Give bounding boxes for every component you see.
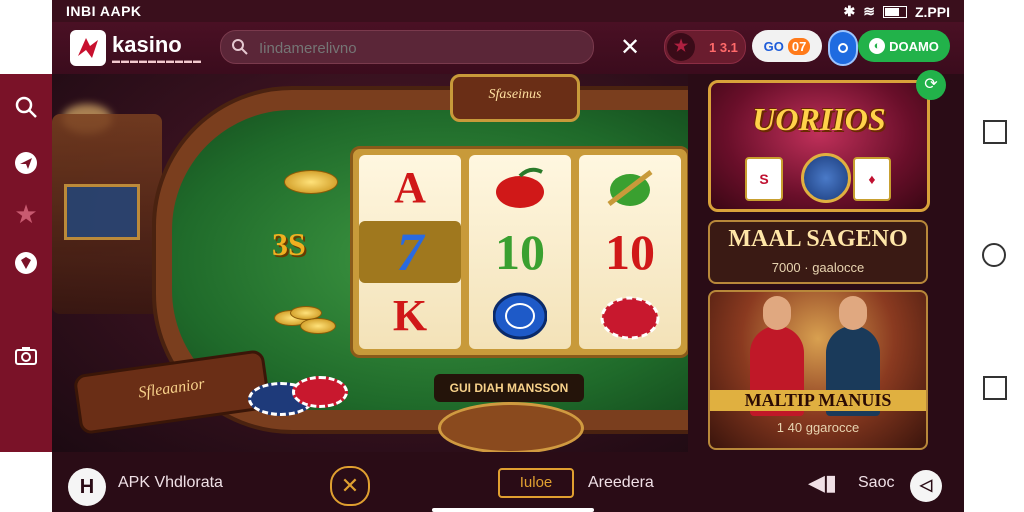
live-title: MALTIP MANUIS [710,390,926,411]
slot-reels[interactable]: A 7 K 10 10 [350,146,688,358]
close-circle-icon[interactable]: ✕ [330,466,370,506]
playing-card: S [745,157,783,201]
center-button[interactable]: Iuloe [498,468,574,498]
status-app-name: INBI AAPK [66,3,142,19]
background-slot-machine [52,114,162,314]
jackpot-title: MAAL SAGENO [728,226,908,252]
reel-1: A 7 K [359,155,461,349]
language-label: DOAMO [889,38,939,54]
score-left: GO [763,38,784,54]
table-label: GUI DIAH MANSSON [434,374,584,402]
logo-text[interactable]: kasino [112,32,182,58]
promo-banner[interactable]: UORIIOS S ♦ [708,80,930,212]
search-icon[interactable] [12,94,40,122]
ss-label: 3S [272,226,306,262]
symbol-k: K [392,291,428,340]
back-circle-icon[interactable]: ◁ [910,470,942,502]
spin-pedestal[interactable] [438,402,584,452]
back-button[interactable] [983,376,1007,400]
app-label: APK Vhdlorata [118,474,223,491]
home-button[interactable] [982,243,1006,267]
bell-icon [579,157,681,219]
symbol-ten: 10 [495,224,545,280]
shield-icon[interactable] [12,250,40,278]
logo-subtitle: ▬▬▬▬▬▬▬▬▬▬ [112,56,202,65]
live-line: 1 40 ggarocce [776,420,860,435]
chip [292,376,348,408]
reel-2: 10 [469,155,571,349]
status-time: Z.PPI [914,3,950,20]
search-icon [232,39,248,55]
coin-icon [801,153,851,203]
cherry-icon [469,157,571,219]
star-icon[interactable]: ★ [12,200,40,228]
status-icons: ✱ ≋ Z.PPI [844,3,950,20]
reel-3: 10 [579,155,681,349]
globe-icon: ◐ [869,38,886,54]
app-header: kasino ▬▬▬▬▬▬▬▬▬▬ ✕ ★ 1 3.1 GO 07 ◐ DOAM… [52,22,964,74]
playing-card: ♦ [853,157,891,201]
live-dealer-card[interactable]: MALTIP MANUIS 1 40 ggarocce [708,290,928,450]
search-bar[interactable] [220,30,594,64]
red-chip-icon [579,285,681,347]
score-badge: 07 [787,37,811,55]
score-pill[interactable]: GO 07 [752,30,822,62]
coin-stack [284,170,338,194]
favorites-count: 1 3.1 [709,39,738,55]
sound-label: Saoc [858,474,895,491]
plane-icon[interactable] [12,150,40,178]
close-icon[interactable]: ✕ [616,34,644,62]
symbol-seven: 7 [359,221,461,283]
language-button[interactable]: ◐ DOAMO [858,30,950,62]
logo-icon[interactable] [70,30,106,66]
home-circle-button[interactable]: H [68,468,106,506]
star-icon: ★ [667,33,695,61]
settings-icon[interactable] [828,30,858,66]
home-indicator[interactable] [432,508,594,512]
speaker-icon[interactable]: ◀▮ [808,470,837,496]
symbol-a: A [394,163,426,212]
left-rail: ★ [0,74,52,452]
blue-chip-icon [469,285,571,347]
game-title-plaque: Sfaseinus [450,74,580,122]
system-nav [964,0,1024,512]
jackpot-line: 7000 · gaalocce [771,260,865,275]
left-blank-bottom [0,452,52,512]
game-stage[interactable]: Sfaseinus 3S A 7 K 10 10 Sfleaanior GUI … [52,74,688,452]
coin [290,306,322,320]
status-bar: INBI AAPK ✱ ≋ Z.PPI [52,0,964,22]
promo-title: UORIIOS [752,101,886,137]
free-label[interactable]: Areedera [588,474,654,492]
bottom-bar: H APK Vhdlorata ✕ Iuloe Areedera ◀▮ Saoc… [52,452,964,512]
left-blank-top [0,0,52,74]
coin [300,318,336,334]
bluetooth-icon: ✱ [843,3,856,19]
search-input[interactable] [257,35,581,61]
recents-button[interactable] [983,120,1007,144]
symbol-ten: 10 [605,224,655,280]
battery-icon [882,5,907,18]
jackpot-card[interactable]: MAAL SAGENO 7000 · gaalocce [708,220,928,284]
camera-icon[interactable] [12,342,40,370]
wifi-icon: ≋ [863,3,875,19]
favorites-pill[interactable]: ★ 1 3.1 [664,30,746,64]
promo-cards: S ♦ [745,153,895,203]
right-panel: UORIIOS S ♦ ⟳ MAAL SAGENO 7000 · gaalocc… [688,70,964,452]
refresh-icon[interactable]: ⟳ [916,70,946,100]
